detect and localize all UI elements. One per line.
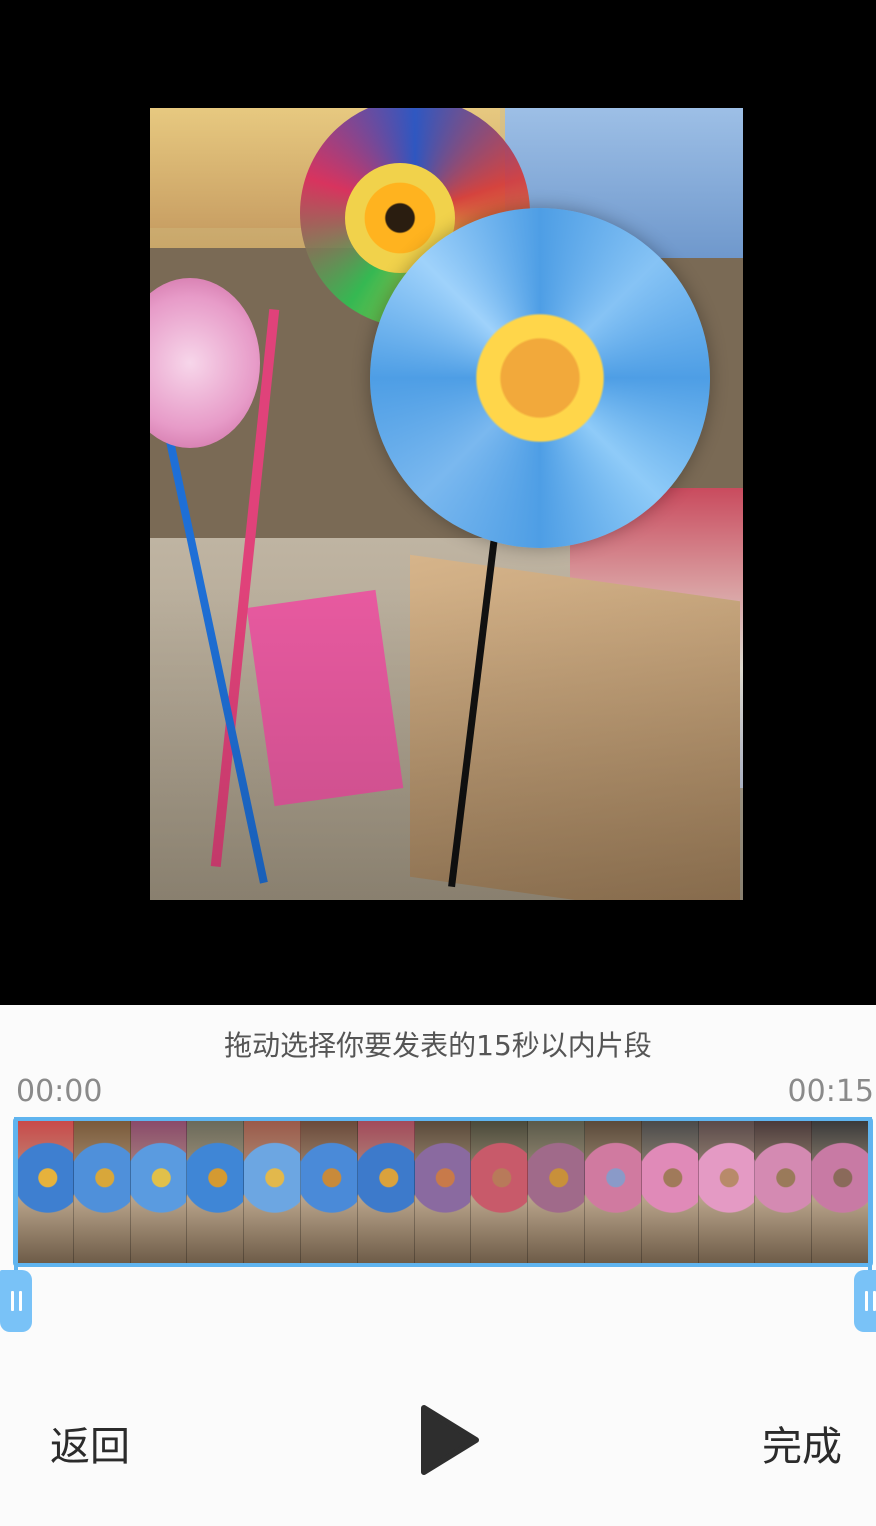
- done-button[interactable]: 完成: [762, 1414, 842, 1472]
- trim-hint-text: 拖动选择你要发表的15秒以内片段: [224, 1029, 652, 1062]
- grip-icon: [10, 1291, 14, 1311]
- filmstrip-frame: [641, 1121, 699, 1263]
- trim-line-left: [14, 1117, 18, 1273]
- filmstrip-frame: [584, 1121, 642, 1263]
- filmstrip-frame: [300, 1121, 358, 1263]
- video-preview-area: [0, 0, 876, 1005]
- trim-end-handle[interactable]: [854, 1270, 876, 1332]
- video-filmstrip[interactable]: [13, 1117, 873, 1267]
- play-button[interactable]: [416, 1404, 480, 1476]
- video-preview-frame[interactable]: [150, 108, 743, 900]
- filmstrip-frame: [414, 1121, 472, 1263]
- filmstrip-frame: [528, 1121, 585, 1263]
- end-time-label: 00:15: [787, 1074, 874, 1109]
- filmstrip-frame: [187, 1121, 245, 1263]
- trim-line-right: [868, 1117, 872, 1273]
- filmstrip-frame: [357, 1121, 415, 1263]
- filmstrip-frame: [471, 1121, 529, 1263]
- filmstrip-frame: [755, 1121, 813, 1263]
- play-icon: [421, 1405, 479, 1475]
- start-time-label: 00:00: [16, 1074, 103, 1109]
- back-button[interactable]: 返回: [50, 1414, 130, 1472]
- video-trim-screen: 拖动选择你要发表的15秒以内片段 00:00 00:15 返回 完成: [0, 0, 876, 1526]
- filmstrip-frame: [698, 1121, 756, 1263]
- grip-icon: [18, 1291, 22, 1311]
- filmstrip-frame: [73, 1121, 131, 1263]
- trim-start-handle[interactable]: [0, 1270, 32, 1332]
- filmstrip-frame: [812, 1121, 869, 1263]
- grip-icon: [864, 1291, 868, 1311]
- filmstrip-frame: [130, 1121, 188, 1263]
- filmstrip-frame: [17, 1121, 74, 1263]
- filmstrip-frame: [244, 1121, 301, 1263]
- grip-icon: [872, 1291, 876, 1311]
- frame-shade: [150, 108, 743, 900]
